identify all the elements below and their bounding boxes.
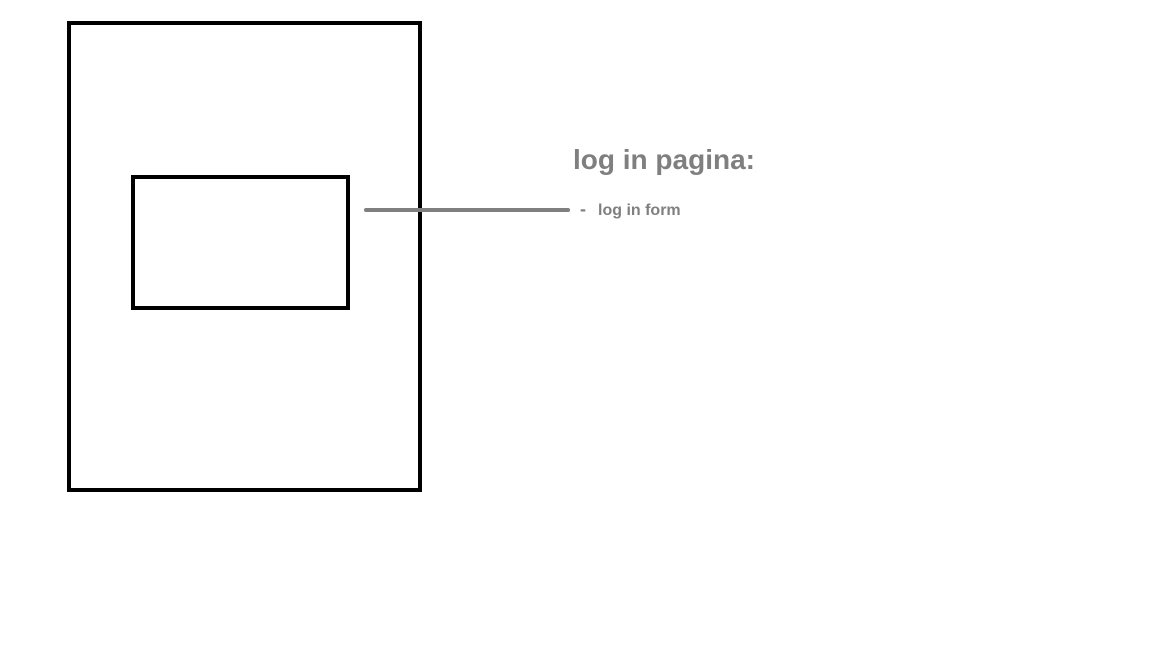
bullet-dash: - — [580, 199, 586, 219]
annotation-connector-line — [364, 208, 570, 212]
annotation-item: - log in form — [580, 199, 681, 221]
login-form-wireframe — [131, 175, 350, 310]
annotation-item-label: log in form — [598, 202, 681, 219]
annotation-title: log in pagina: — [573, 144, 755, 175]
